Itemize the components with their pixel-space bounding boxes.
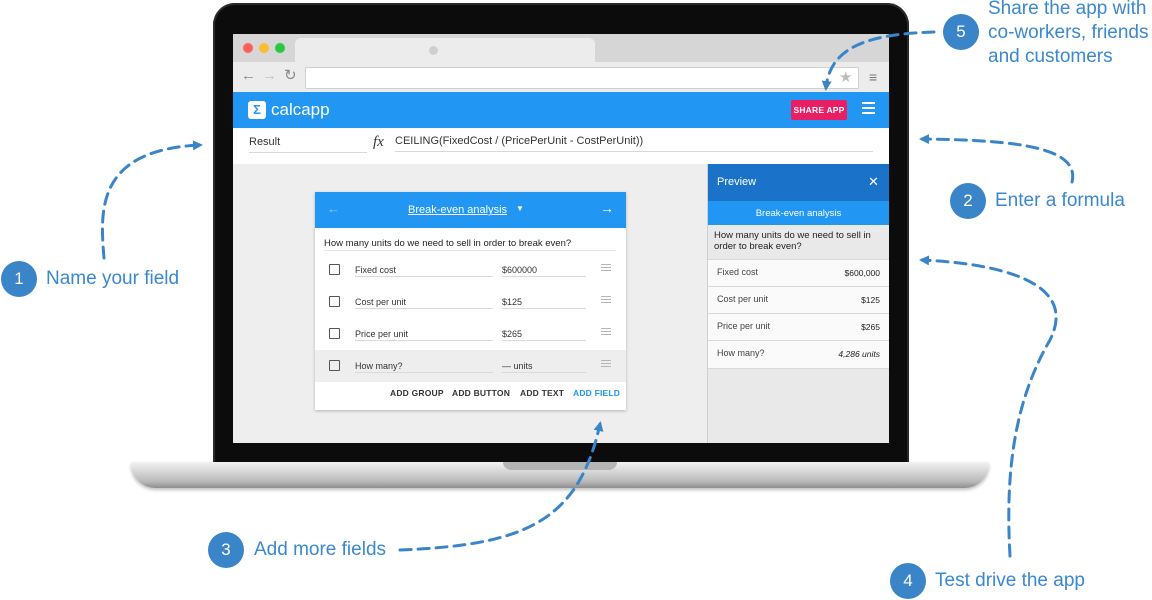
step-5-label-line-3: and customers	[988, 46, 1113, 67]
step-3-badge: 3	[208, 532, 244, 568]
arrow-1	[100, 140, 203, 260]
step-1-label: Name your field	[46, 268, 180, 289]
step-3-label: Add more fields	[254, 539, 387, 560]
step-4-badge: 4	[890, 563, 926, 599]
arrow-5	[821, 30, 936, 91]
arrow-3	[398, 421, 604, 552]
step-2-label: Enter a formula	[995, 190, 1125, 211]
arrow-2	[919, 134, 1075, 184]
step-2-badge: 2	[950, 183, 986, 219]
step-1-badge: 1	[1, 261, 37, 297]
arrow-4	[919, 255, 1058, 558]
step-5-label-line-1: Share the app with	[988, 0, 1147, 19]
step-5-label-line-2: co-workers, friends	[988, 22, 1149, 43]
annotation-arrows	[100, 30, 1075, 558]
step-5-badge: 5	[943, 14, 979, 50]
step-4-label: Test drive the app	[935, 570, 1085, 591]
